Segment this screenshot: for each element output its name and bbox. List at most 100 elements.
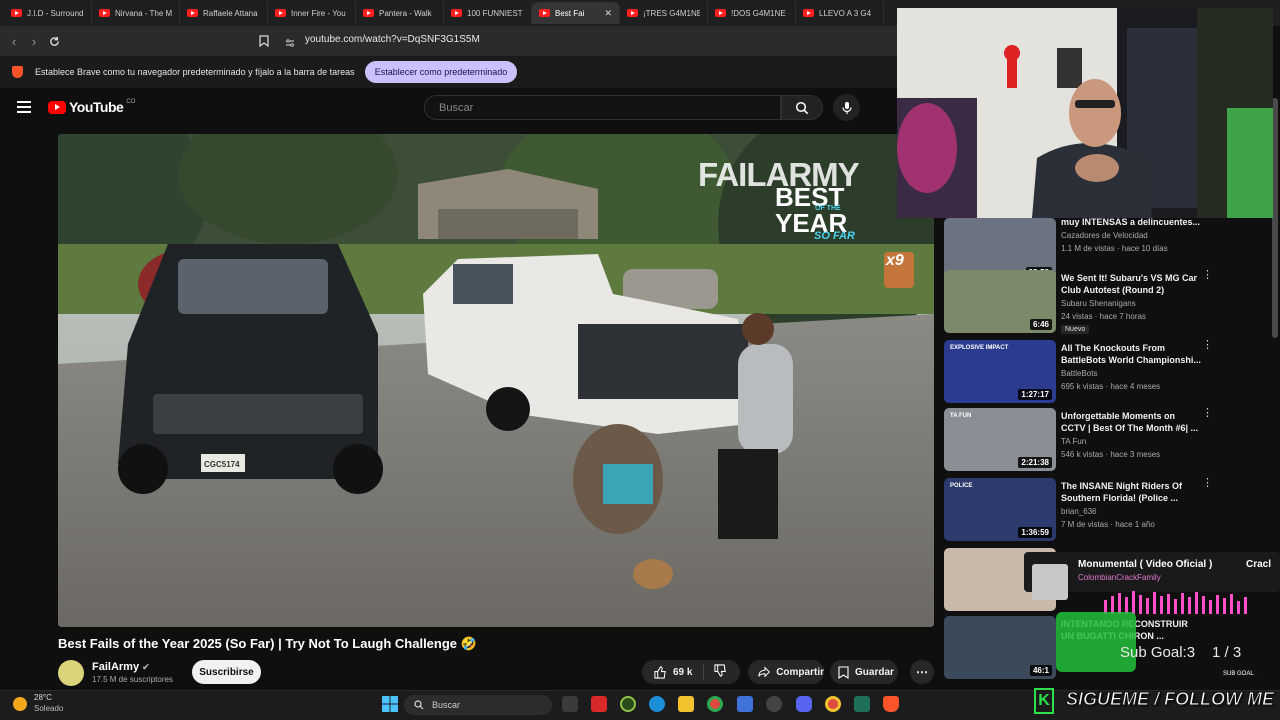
address-bar: ‹ › youtube.com/watch?v=DqSNF3G1S5M — [0, 26, 900, 56]
banner-text: Establece Brave como tu navegador predet… — [35, 67, 355, 77]
like-dislike-group: 69 k — [642, 660, 740, 684]
more-options-icon[interactable]: ⋮ — [1202, 478, 1213, 489]
video-thumbnail[interactable]: EXPLOSIVE IMPACT 1:27:17 — [944, 340, 1056, 403]
app-red-icon[interactable] — [591, 696, 607, 712]
youtube-logo[interactable]: YouTube CO — [48, 99, 135, 115]
video-duration: 1:27:17 — [1018, 389, 1052, 400]
kick-logo-icon: K — [1034, 688, 1054, 714]
voice-search-button[interactable] — [833, 94, 860, 121]
channel-name: brian_636 — [1061, 507, 1097, 516]
youtube-favicon-icon — [451, 9, 462, 17]
bookmark-icon[interactable] — [259, 34, 269, 52]
song-artist: ColombianCrackFamily — [1078, 573, 1161, 582]
view-count: 7 M de vistas · hace 1 año — [1061, 520, 1155, 529]
tab-title: Nirvana - The M — [115, 8, 172, 18]
video-thumbnail[interactable]: POLICE 1:36:59 — [944, 478, 1056, 541]
browser-tab[interactable]: Inner Fire - You — [268, 2, 356, 24]
browser-tab[interactable]: ¡TRES G4M1NE — [620, 2, 708, 24]
youtube-header: YouTube CO Buscar — [0, 88, 935, 128]
thumbs-down-icon — [714, 664, 726, 677]
video-thumbnail[interactable]: 6:46 — [944, 270, 1056, 333]
forward-icon[interactable]: › — [24, 31, 44, 51]
channel-avatar[interactable] — [58, 660, 84, 686]
menu-icon[interactable] — [17, 101, 31, 113]
recommended-video[interactable]: POLICE 1:36:59 The INSANE Night Riders Of … — [944, 478, 1269, 544]
follow-me-banner: SIGUEME / FOLLOW ME — [1066, 689, 1275, 710]
taskbar-search-label: Buscar — [432, 700, 461, 710]
channel-name[interactable]: FailArmy ✔ — [92, 661, 150, 673]
youtube-wordmark: YouTube — [69, 99, 124, 115]
reload-icon[interactable] — [44, 31, 64, 51]
url-field[interactable]: youtube.com/watch?v=DqSNF3G1S5M — [305, 34, 480, 45]
youtube-favicon-icon — [627, 9, 638, 17]
thumbnail-caption: EXPLOSIVE IMPACT — [950, 345, 1009, 351]
video-thumbnail[interactable]: TA FUN 2:21:38 — [944, 408, 1056, 471]
recommended-video[interactable]: EXPLOSIVE IMPACT 1:27:17 All The Knockouts… — [944, 340, 1269, 406]
browser-tab[interactable]: 100 FUNNIEST — [444, 2, 532, 24]
tab-title: Inner Fire - You — [291, 8, 346, 18]
video-title: The INSANE Night Riders Of Southern Flor… — [1061, 481, 1183, 503]
app-gray-icon[interactable] — [766, 696, 782, 712]
save-button[interactable]: Guardar — [830, 660, 898, 684]
recommended-video[interactable]: TA FUN 2:21:38 Unforgettable Moments on CC… — [944, 408, 1269, 474]
more-options-icon[interactable]: ⋮ — [1202, 408, 1213, 419]
app-teal-icon[interactable] — [854, 696, 870, 712]
tab-title: Pantera - Walk — [379, 8, 432, 18]
youtube-favicon-icon — [99, 9, 110, 17]
channel-name: Subaru Shenanigans — [1061, 299, 1136, 308]
taskbar-search[interactable]: Buscar — [404, 695, 552, 715]
more-options-icon[interactable]: ⋮ — [1202, 340, 1213, 351]
dislike-button[interactable] — [704, 664, 727, 680]
view-count: 695 k vistas · hace 4 meses — [1061, 382, 1161, 391]
youtube-favicon-icon — [803, 9, 814, 17]
app-green-icon[interactable] — [620, 696, 636, 712]
channel-name: BattleBots — [1061, 369, 1098, 378]
country-code: CO — [126, 99, 136, 105]
video-title: We Sent It! Subaru's VS MG Car Club Auto… — [1061, 273, 1197, 295]
set-default-button[interactable]: Establecer como predeterminado — [364, 61, 518, 83]
video-duration: 2:21:38 — [1018, 457, 1052, 468]
share-button[interactable]: Compartir — [748, 660, 824, 684]
chrome-icon[interactable] — [707, 696, 723, 712]
song-title-scroll: Cracl — [1246, 559, 1272, 570]
browser-tab[interactable]: Raffaele Attana — [180, 2, 268, 24]
subscribe-button[interactable]: Suscribirse — [192, 660, 261, 684]
youtube-favicon-icon — [11, 9, 22, 17]
more-options-icon[interactable]: ⋮ — [1202, 270, 1213, 281]
back-icon[interactable]: ‹ — [4, 31, 24, 51]
app-blue-icon[interactable] — [737, 696, 753, 712]
file-explorer-icon[interactable] — [678, 696, 694, 712]
browser-tab[interactable]: !DOS G4M1NE — [708, 2, 796, 24]
search-input[interactable]: Buscar — [424, 95, 781, 120]
browser-tab[interactable]: Nirvana - The M — [92, 2, 180, 24]
browser-tab[interactable]: LLEVO A 3 G4 — [796, 2, 884, 24]
youtube-favicon-icon — [187, 9, 198, 17]
sub-goal-label: Sub Goal:3 — [1120, 644, 1196, 661]
video-player[interactable]: FAILARMY BEST OF THE YEAR SO FAR x9 CGC5… — [58, 134, 934, 627]
windows-start-icon[interactable] — [382, 696, 398, 712]
browser-tab[interactable]: J.I.D - Surround — [4, 2, 92, 24]
browser-tab[interactable]: Pantera - Walk — [356, 2, 444, 24]
audio-visualizer — [1104, 591, 1247, 614]
task-view-icon[interactable] — [562, 696, 578, 712]
close-tab-icon[interactable]: ✕ — [604, 8, 612, 19]
brave-taskbar-icon[interactable] — [883, 696, 899, 712]
video-duration: 6:46 — [1029, 319, 1052, 330]
like-button[interactable]: 69 k — [642, 664, 704, 680]
search-icon — [795, 101, 809, 114]
browser-tab[interactable]: Best Fai ✕ — [532, 2, 620, 24]
save-icon — [838, 665, 849, 679]
recommended-video[interactable]: 6:46 We Sent It! Subaru's VS MG Car Club … — [944, 270, 1269, 336]
tab-title: 100 FUNNIEST — [467, 8, 523, 18]
chrome-alt-icon[interactable] — [825, 696, 841, 712]
youtube-favicon-icon — [275, 9, 286, 17]
search-button[interactable] — [781, 95, 823, 120]
default-browser-banner: Establece Brave como tu navegador predet… — [0, 56, 900, 88]
brave-logo-icon — [12, 66, 23, 78]
discord-icon[interactable] — [796, 696, 812, 712]
site-settings-icon[interactable] — [285, 35, 295, 53]
edge-icon[interactable] — [649, 696, 665, 712]
view-count: 24 vistas · hace 7 horas — [1061, 312, 1146, 321]
weather-sun-icon — [13, 697, 27, 711]
more-actions-button[interactable]: ⋯ — [910, 660, 934, 684]
